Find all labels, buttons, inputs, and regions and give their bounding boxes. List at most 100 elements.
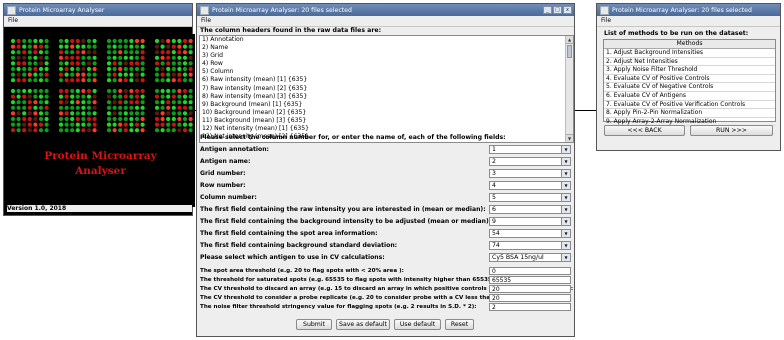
microarray-spot	[118, 100, 123, 105]
methods-file-menu[interactable]: File	[601, 17, 611, 24]
method-row[interactable]: 1. Adjust Background Intensities	[604, 49, 775, 58]
column-header-item[interactable]: 8) Raw intensity (mean) [3] {635}	[200, 93, 573, 101]
scroll-up-icon[interactable]: ▲	[566, 36, 573, 44]
microarray-spot	[171, 128, 176, 133]
microarray-spot	[38, 105, 44, 110]
microarray-spot	[64, 88, 69, 94]
microarray-spot	[177, 44, 182, 49]
field-row: The first field containing the spot area…	[200, 228, 378, 239]
field-select[interactable]: 74 ▼	[489, 241, 571, 250]
field-select[interactable]: 1 ▼	[489, 145, 571, 154]
column-header-item[interactable]: 12) Net intensity (mean) [1] {635}	[200, 125, 573, 133]
field-select[interactable]: 2 ▼	[489, 157, 571, 166]
microarray-spot	[177, 116, 182, 122]
microarray-spot	[86, 116, 92, 122]
microarray-spot	[182, 61, 188, 66]
microarray-spot	[123, 100, 128, 105]
method-row[interactable]: 3. Apply Noise Filter Threshold	[604, 66, 775, 75]
back-button[interactable]: <<< BACK	[604, 125, 685, 136]
microarray-spot	[81, 44, 86, 49]
run-button[interactable]: RUN >>>	[690, 125, 773, 136]
list-scrollbar[interactable]: ▲ ▼	[565, 36, 573, 142]
method-row[interactable]: 8. Apply Pin-2-Pin Normalization	[604, 109, 775, 118]
use-default-button[interactable]: Use default	[394, 319, 441, 330]
column-header-item[interactable]: 4) Row	[200, 60, 573, 68]
dropdown-arrow-icon[interactable]: ▼	[561, 182, 570, 189]
minimize-icon[interactable]: _	[543, 6, 552, 14]
splash-file-menu[interactable]: File	[8, 17, 18, 24]
column-header-item[interactable]: 10) Background (mean) [2] {635}	[200, 109, 573, 117]
dropdown-arrow-icon[interactable]: ▼	[561, 254, 570, 261]
microarray-spot	[75, 61, 80, 66]
dropdown-arrow-icon[interactable]: ▼	[561, 242, 570, 249]
field-select[interactable]: 9 ▼	[489, 217, 571, 226]
dropdown-arrow-icon[interactable]: ▼	[561, 170, 570, 177]
close-icon[interactable]: x	[563, 6, 572, 14]
microarray-spot	[16, 100, 21, 105]
column-header-item[interactable]: 11) Background (mean) [3] {635}	[200, 117, 573, 125]
column-header-item[interactable]: 6) Raw intensity (mean) [1] {635}	[200, 76, 573, 84]
submit-button[interactable]: Submit	[296, 319, 332, 330]
splash-title-bar[interactable]: Protein Microarray Analyser	[4, 4, 192, 16]
reset-button[interactable]: Reset	[445, 319, 474, 330]
save-as-default-button[interactable]: Save as default	[336, 319, 390, 330]
microarray-spot	[166, 128, 171, 133]
dropdown-arrow-icon[interactable]: ▼	[561, 230, 570, 237]
method-row[interactable]: 2. Adjust Net Intensities	[604, 58, 775, 67]
threshold-input[interactable]: 65535	[489, 276, 571, 284]
methods-table[interactable]: Methods 1. Adjust Background Intensities…	[603, 39, 776, 127]
threshold-input[interactable]: 2	[489, 303, 571, 311]
column-header-item[interactable]: 1) Annotation	[200, 36, 573, 44]
method-row[interactable]: 6. Evaluate CV of Antigens	[604, 92, 775, 101]
dropdown-arrow-icon[interactable]: ▼	[561, 218, 570, 225]
field-select[interactable]: 5 ▼	[489, 193, 571, 202]
column-header-item[interactable]: 7) Raw intensity (mean) [2] {635}	[200, 85, 573, 93]
microarray-spot	[10, 128, 16, 133]
threshold-input[interactable]: 0	[489, 267, 571, 275]
column-header-item[interactable]: 3) Grid	[200, 52, 573, 60]
microarray-spot	[188, 78, 193, 83]
microarray-spot	[177, 111, 182, 116]
dropdown-arrow-icon[interactable]: ▼	[561, 194, 570, 201]
dropdown-arrow-icon[interactable]: ▼	[561, 146, 570, 153]
threshold-input[interactable]: 20	[489, 285, 571, 293]
dropdown-arrow-icon[interactable]: ▼	[561, 206, 570, 213]
scroll-down-icon[interactable]: ▼	[566, 134, 573, 142]
field-select[interactable]: 3 ▼	[489, 169, 571, 178]
method-row[interactable]: 5. Evaluate CV of Negative Controls	[604, 83, 775, 92]
microarray-spot	[81, 128, 86, 133]
column-header-item[interactable]: 5) Column	[200, 68, 573, 76]
microarray-spot	[166, 100, 171, 105]
microarray-spot	[140, 116, 145, 122]
microarray-spot	[129, 44, 134, 49]
field-select[interactable]: Cy5 BSA 15ng/ul ▼	[489, 253, 571, 262]
column-header-item[interactable]: 2) Name	[200, 44, 573, 52]
microarray-spot	[188, 105, 193, 110]
microarray-spot	[160, 88, 165, 94]
main-file-menu[interactable]: File	[201, 17, 211, 24]
microarray-spot	[171, 55, 176, 60]
field-select[interactable]: 4 ▼	[489, 181, 571, 190]
field-select[interactable]: 54 ▼	[489, 229, 571, 238]
microarray-spot	[171, 66, 176, 72]
microarray-spot	[44, 55, 49, 60]
microarray-spot	[58, 72, 64, 77]
microarray-spot	[123, 128, 128, 133]
field-select[interactable]: 6 ▼	[489, 205, 571, 214]
method-row[interactable]: 7. Evaluate CV of Positive Verification …	[604, 101, 775, 110]
microarray-spot	[106, 111, 112, 116]
column-header-item[interactable]: 9) Background (mean) [1] {635}	[200, 101, 573, 109]
microarray-spot	[154, 122, 160, 127]
microarray-spot	[140, 55, 145, 60]
microarray-spot	[106, 38, 112, 44]
threshold-input[interactable]: 20	[489, 294, 571, 302]
dropdown-arrow-icon[interactable]: ▼	[561, 158, 570, 165]
method-row[interactable]: 4. Evaluate CV of Positive Controls	[604, 75, 775, 84]
maximize-icon[interactable]: □	[553, 6, 562, 14]
microarray-spot	[16, 38, 21, 44]
microarray-spot	[129, 50, 134, 55]
column-headers-list[interactable]: 1) Annotation 2) Name 3) Grid 4) Row 5) Colu…	[199, 35, 574, 143]
methods-title-bar[interactable]: Protein Microarray Analyser: 20 files se…	[597, 4, 780, 16]
main-title-bar[interactable]: Protein Microarray Analyser: 20 files se…	[197, 4, 574, 16]
scroll-thumb[interactable]	[567, 45, 572, 58]
